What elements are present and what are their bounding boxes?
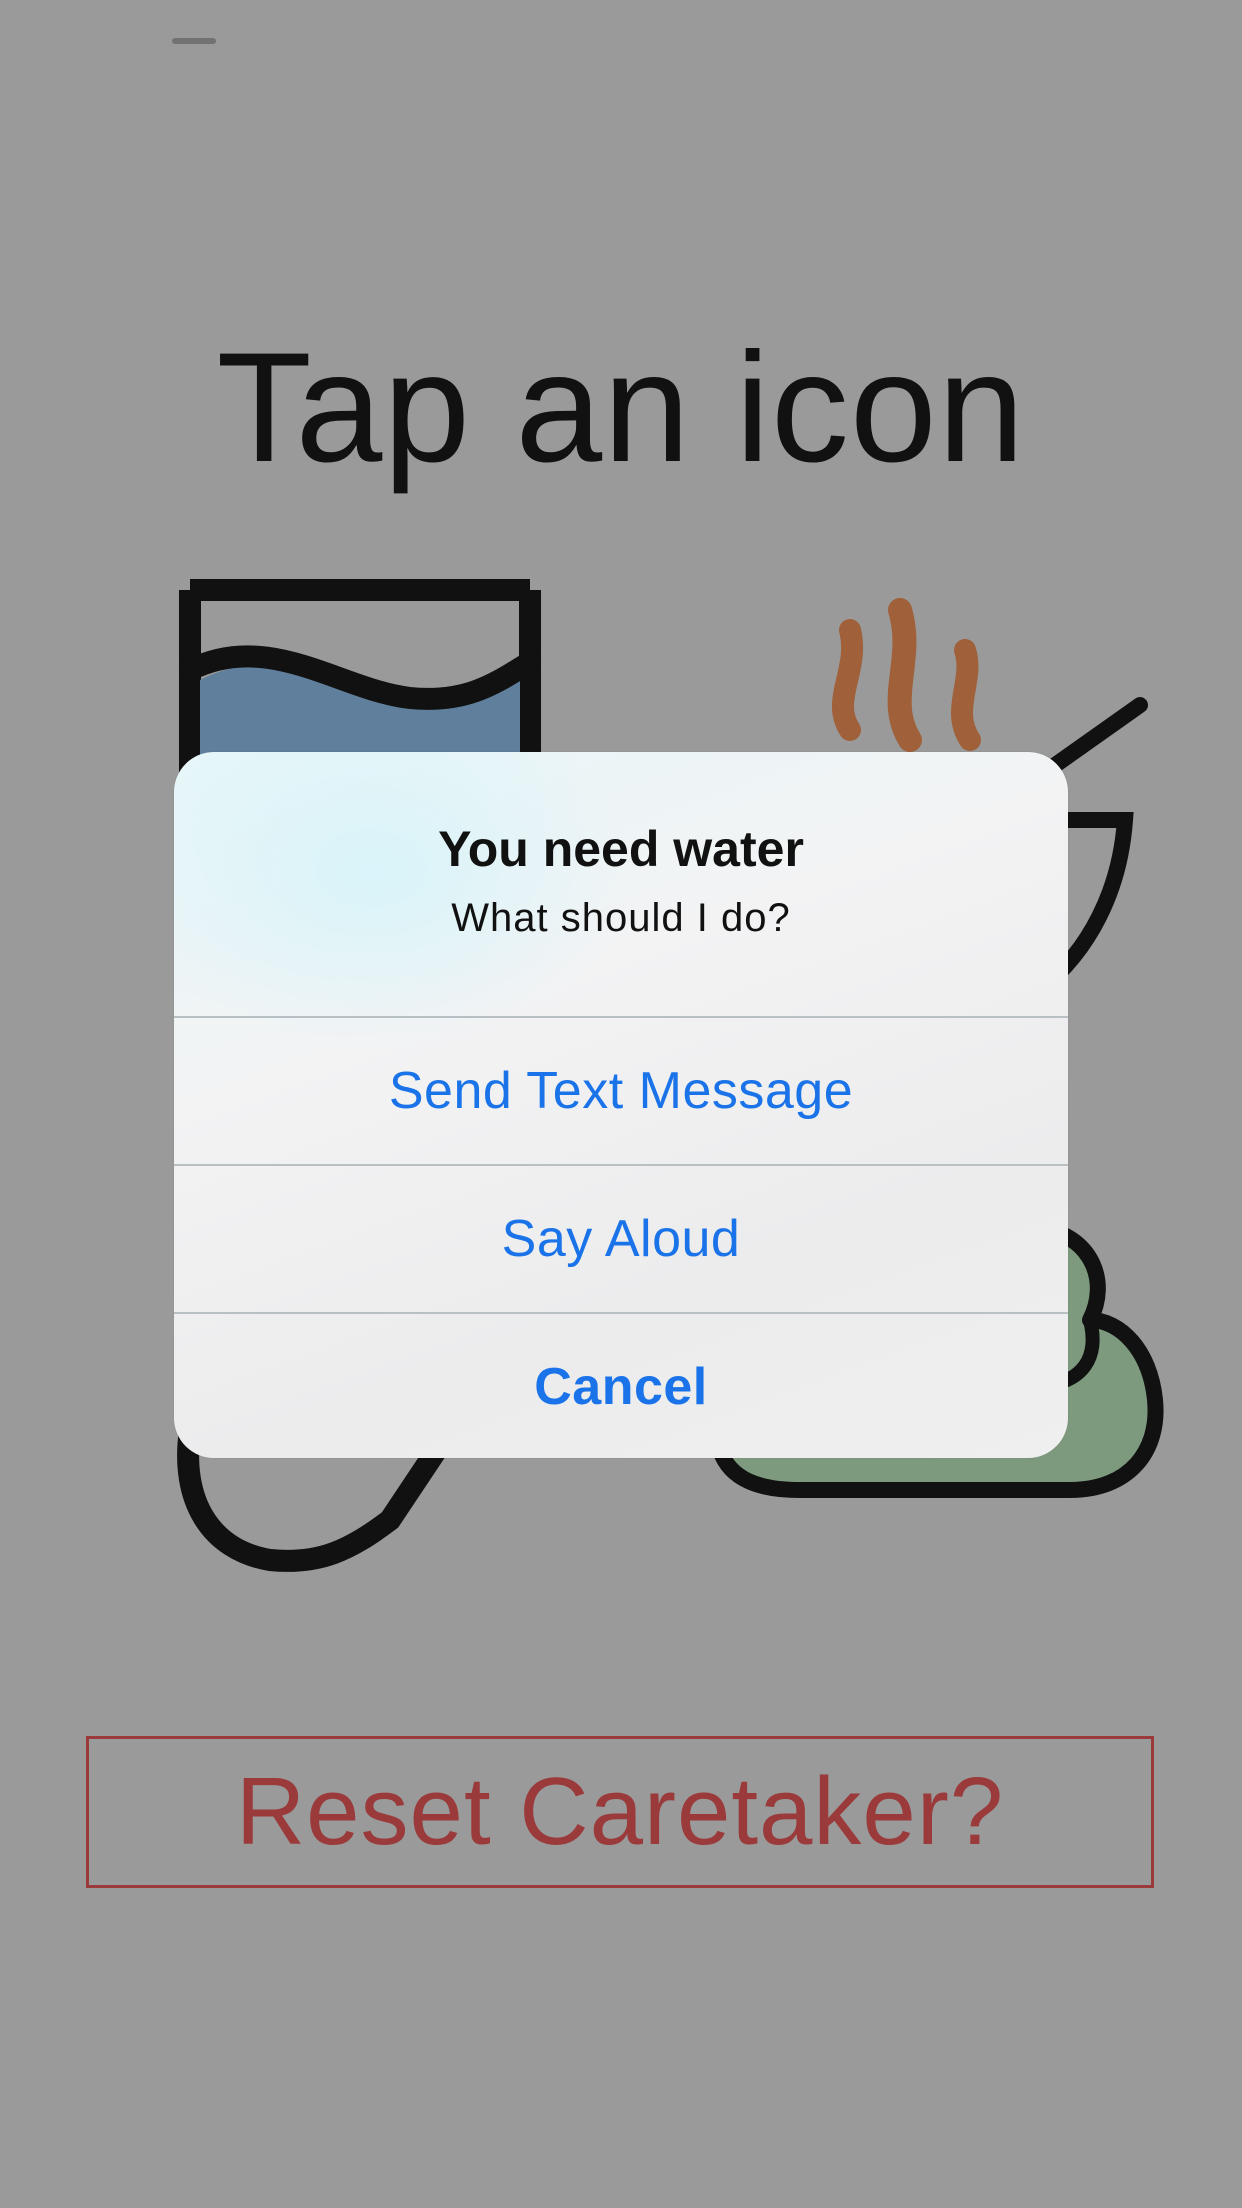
status-bar [0,0,1242,60]
alert-title: You need water [438,821,804,877]
cancel-button[interactable]: Cancel [174,1314,1068,1458]
reset-caretaker-label: Reset Caretaker? [235,1758,1005,1865]
alert-message: What should I do? [451,896,791,940]
alert-header: You need water What should I do? [174,752,1068,1016]
alert-dialog: You need water What should I do? Send Te… [174,752,1068,1458]
say-aloud-button[interactable]: Say Aloud [174,1166,1068,1312]
send-text-message-button[interactable]: Send Text Message [174,1018,1068,1164]
page-title: Tap an icon [216,321,1026,495]
status-carrier-indicator [172,38,216,44]
reset-caretaker-button[interactable]: Reset Caretaker? [86,1736,1154,1888]
